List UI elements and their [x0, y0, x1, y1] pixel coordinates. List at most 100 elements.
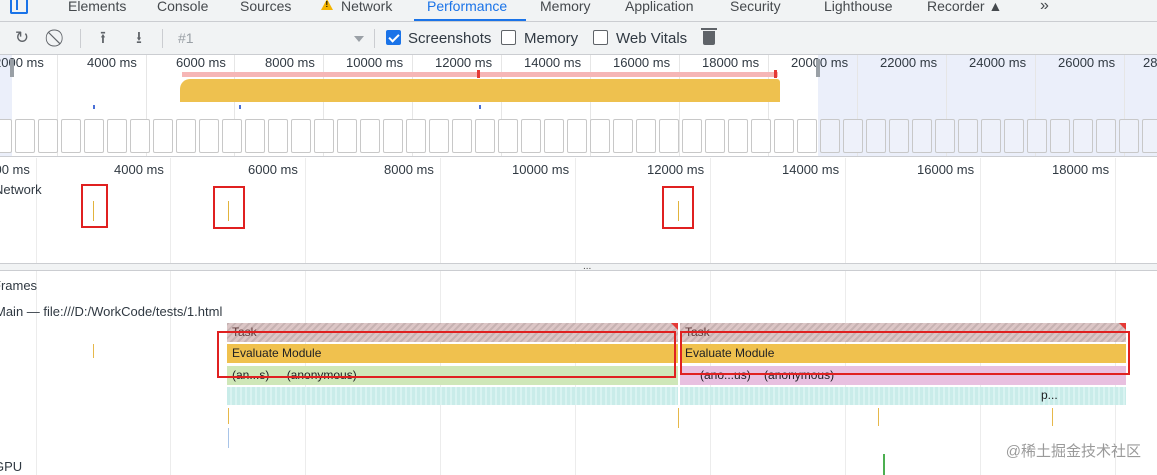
detail-tick: 12000 ms [647, 162, 705, 177]
screenshot-frame[interactable] [728, 119, 748, 153]
reload-record-icon[interactable]: ↻ [12, 28, 32, 48]
tab-application[interactable]: Application [625, 0, 694, 18]
overview-tick: 18000 ms [702, 55, 760, 70]
overview-tick: 12000 ms [435, 55, 493, 70]
screenshot-frame[interactable] [613, 119, 633, 153]
main-thread-track-label[interactable]: Main — file:///D:/WorkCode/tests/1.html [0, 304, 222, 319]
profile-select[interactable]: #1 [170, 28, 370, 49]
screenshot-frame[interactable] [958, 119, 978, 153]
device-toolbar-icon[interactable] [10, 0, 28, 14]
screenshot-frame[interactable] [981, 119, 1001, 153]
screenshot-frame[interactable] [245, 119, 265, 153]
chevron-down-icon [354, 36, 364, 42]
screenshot-frame[interactable] [751, 119, 771, 153]
network-track-label[interactable]: Network [0, 182, 42, 197]
load-profile-icon[interactable]: ⭱ [93, 28, 113, 48]
tab-sources[interactable]: Sources [240, 0, 291, 18]
tab-security[interactable]: Security [730, 0, 781, 18]
screenshot-frame[interactable] [1119, 119, 1139, 153]
screenshot-frame[interactable] [268, 119, 288, 153]
detail-tick: 10000 ms [512, 162, 570, 177]
screenshot-frame[interactable] [383, 119, 403, 153]
screenshot-frame[interactable] [912, 119, 932, 153]
screenshot-frame[interactable] [797, 119, 817, 153]
screenshot-frame[interactable] [1004, 119, 1024, 153]
screenshot-frame[interactable] [1142, 119, 1157, 153]
screenshot-frame[interactable] [15, 119, 35, 153]
timeline-overview[interactable]: 2000 ms 4000 ms 6000 ms 8000 ms 10000 ms… [0, 55, 1157, 157]
grid-line [845, 158, 846, 475]
screenshot-frame[interactable] [567, 119, 587, 153]
screenshot-frame[interactable] [337, 119, 357, 153]
screenshot-frame[interactable] [1096, 119, 1116, 153]
screenshot-frame[interactable] [38, 119, 58, 153]
screenshot-frame[interactable] [475, 119, 495, 153]
microtask-bar[interactable]: p... [680, 387, 1126, 405]
screenshot-frame[interactable] [521, 119, 541, 153]
screenshot-frame[interactable] [843, 119, 863, 153]
garbage-collect-icon[interactable] [701, 28, 717, 45]
tab-console[interactable]: Console [157, 0, 208, 18]
screenshot-frame[interactable] [84, 119, 104, 153]
overview-tick: 28 [1143, 55, 1157, 70]
screenshot-frame[interactable] [130, 119, 150, 153]
screenshot-frame[interactable] [590, 119, 610, 153]
memory-checkbox[interactable] [501, 30, 516, 45]
screenshot-frame[interactable] [1027, 119, 1047, 153]
frames-track-label[interactable]: Frames [0, 278, 37, 293]
grid-line [440, 158, 441, 475]
screenshot-frame[interactable] [889, 119, 909, 153]
more-tabs-icon[interactable]: » [1040, 0, 1049, 18]
screenshot-frame[interactable] [176, 119, 196, 153]
screenshot-frame[interactable] [199, 119, 219, 153]
screenshot-frame[interactable] [935, 119, 955, 153]
timeline-details[interactable]: 2000 ms 4000 ms 6000 ms 8000 ms 10000 ms… [0, 158, 1157, 475]
tab-network[interactable]: Network [341, 0, 392, 18]
screenshot-frame[interactable] [1050, 119, 1070, 153]
clear-icon[interactable]: ⃠ [48, 28, 68, 48]
screenshot-frame[interactable] [659, 119, 679, 153]
microtask-bar[interactable] [227, 387, 678, 405]
screenshot-frame[interactable] [314, 119, 334, 153]
microtask-label: p... [1041, 388, 1058, 402]
screenshot-frame[interactable] [0, 119, 12, 153]
tab-memory[interactable]: Memory [540, 0, 591, 18]
screenshot-frame[interactable] [636, 119, 656, 153]
tab-performance[interactable]: Performance [427, 0, 507, 18]
screenshot-frame[interactable] [429, 119, 449, 153]
long-task-indicator [182, 72, 778, 77]
screenshot-frame[interactable] [452, 119, 472, 153]
save-profile-icon[interactable]: ⭳ [129, 28, 149, 48]
screenshot-frame[interactable] [222, 119, 242, 153]
web-vitals-checkbox[interactable] [593, 30, 608, 45]
screenshot-frame[interactable] [774, 119, 794, 153]
screenshot-frame[interactable] [406, 119, 426, 153]
screenshot-frame[interactable] [291, 119, 311, 153]
drag-handle-icon[interactable]: ... [583, 262, 591, 272]
overview-tick: 10000 ms [346, 55, 404, 70]
long-task-marker [477, 70, 480, 78]
screenshot-frame[interactable] [866, 119, 886, 153]
track-splitter[interactable]: ... [0, 262, 1157, 272]
overview-tick: 8000 ms [265, 55, 315, 70]
screenshot-frame[interactable] [820, 119, 840, 153]
screenshot-frame[interactable] [498, 119, 518, 153]
screenshot-frame[interactable] [360, 119, 380, 153]
overview-right-handle[interactable] [816, 59, 820, 77]
screenshot-frame[interactable] [544, 119, 564, 153]
screenshot-frame[interactable] [682, 119, 702, 153]
tab-elements[interactable]: Elements [68, 0, 126, 18]
screenshot-frame[interactable] [61, 119, 81, 153]
screenshot-frame[interactable] [1073, 119, 1093, 153]
gpu-track-label[interactable]: GPU [0, 459, 22, 474]
overview-left-handle[interactable] [10, 59, 14, 77]
screenshot-frame[interactable] [705, 119, 725, 153]
annotation-highlight-box [213, 186, 245, 229]
small-task-tick [228, 408, 229, 424]
tab-recorder[interactable]: Recorder ▲ [927, 0, 1002, 18]
screenshot-frame[interactable] [107, 119, 127, 153]
screenshot-frame[interactable] [153, 119, 173, 153]
screenshots-checkbox[interactable] [386, 30, 401, 45]
active-tab-indicator [414, 19, 526, 21]
tab-lighthouse[interactable]: Lighthouse [824, 0, 893, 18]
